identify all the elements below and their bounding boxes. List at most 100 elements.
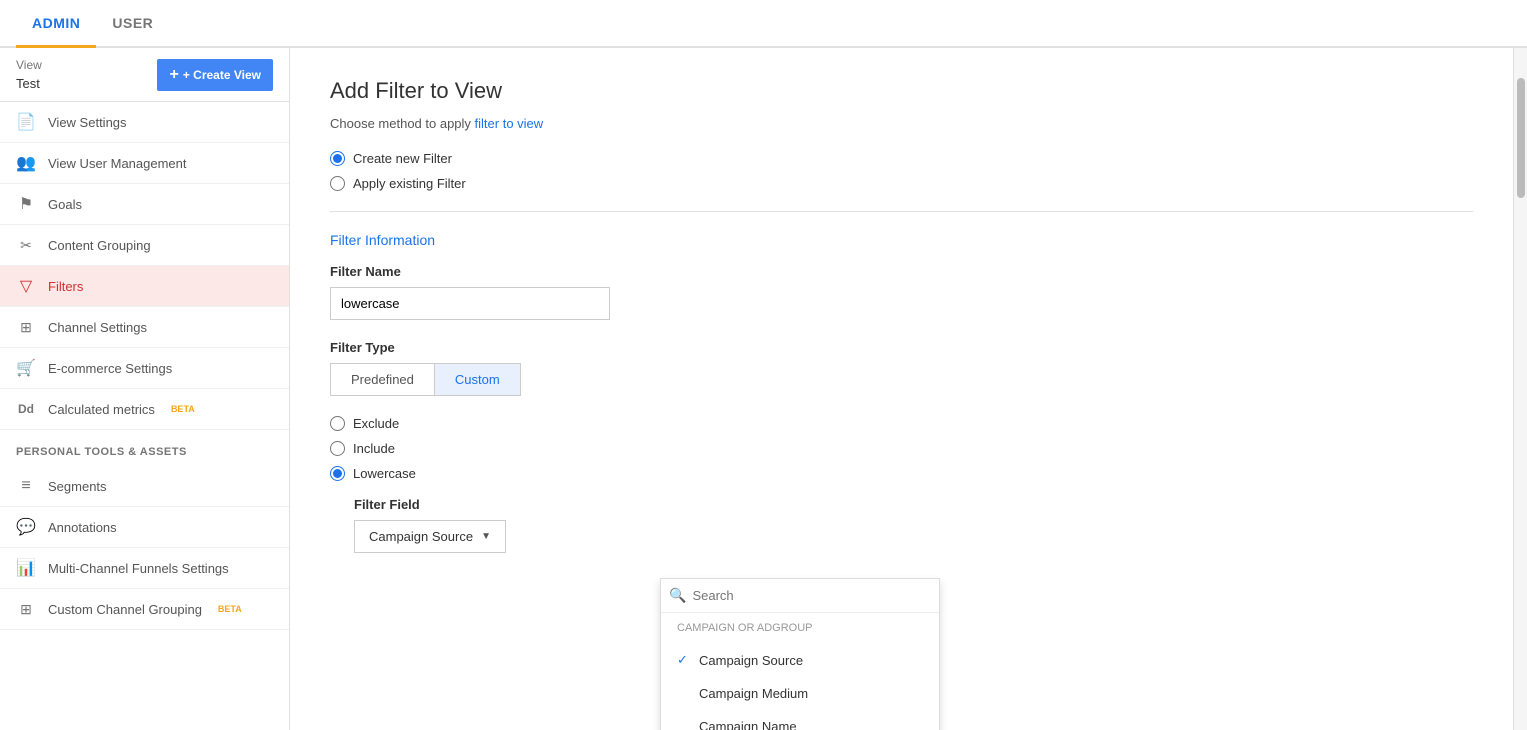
filter-name-label: Filter Name xyxy=(330,264,1473,279)
dropdown-item-label: Campaign Source xyxy=(699,653,803,668)
sidebar-item-channel-settings[interactable]: ⊞ Channel Settings xyxy=(0,307,289,348)
exclude-label: Exclude xyxy=(353,416,399,431)
top-navigation: ADMIN USER xyxy=(0,0,1527,48)
include-radio-input[interactable] xyxy=(330,441,345,456)
section-divider-1 xyxy=(330,211,1473,212)
filter-type-section: Filter Type Predefined Custom xyxy=(330,340,1473,396)
dropdown-item-label: Campaign Medium xyxy=(699,686,808,701)
cart-icon: 🛒 xyxy=(16,358,36,378)
channel-icon: ⊞ xyxy=(16,317,36,337)
campaign-source-dropdown[interactable]: Campaign Source ▼ xyxy=(354,520,506,553)
sidebar-view-header: View Test + + Create View xyxy=(0,48,289,102)
predefined-btn[interactable]: Predefined xyxy=(330,363,434,396)
sidebar-item-multi-channel[interactable]: 📊 Multi-Channel Funnels Settings xyxy=(0,548,289,589)
sidebar-item-label: Annotations xyxy=(48,520,117,535)
sidebar-item-label: Channel Settings xyxy=(48,320,147,335)
sidebar: View Test + + Create View 📄 View Setting… xyxy=(0,48,290,730)
annotations-icon: 💬 xyxy=(16,517,36,537)
exclude-radio[interactable]: Exclude xyxy=(330,416,1473,431)
filter-field-dropdown-panel: 🔍 CAMPAIGN OR ADGROUP ✓ Campaign Source … xyxy=(660,578,940,730)
include-label: Include xyxy=(353,441,395,456)
lowercase-radio[interactable]: Lowercase xyxy=(330,466,1473,481)
search-icon: 🔍 xyxy=(669,587,686,604)
create-view-button[interactable]: + + Create View xyxy=(157,59,273,91)
page-subtitle: Choose method to apply filter to view xyxy=(330,116,1473,131)
chevron-down-icon: ▼ xyxy=(481,531,491,542)
create-view-label: + Create View xyxy=(183,68,261,82)
filter-link[interactable]: filter to view xyxy=(475,116,544,131)
personal-section-header: PERSONAL TOOLS & ASSETS xyxy=(0,438,289,466)
page-title: Add Filter to View xyxy=(330,78,1473,104)
sidebar-item-label: Segments xyxy=(48,479,107,494)
sidebar-view-name: Test xyxy=(16,76,42,91)
method-radio-group: Create new Filter Apply existing Filter xyxy=(330,151,1473,191)
include-radio[interactable]: Include xyxy=(330,441,1473,456)
custom-options: Exclude Include Lowercase xyxy=(330,416,1473,481)
custom-btn[interactable]: Custom xyxy=(434,363,521,396)
sidebar-item-label: E-commerce Settings xyxy=(48,361,172,376)
lowercase-label: Lowercase xyxy=(353,466,416,481)
filter-type-label: Filter Type xyxy=(330,340,1473,355)
beta-badge: BETA xyxy=(218,604,242,614)
dropdown-list: CAMPAIGN OR ADGROUP ✓ Campaign Source Ca… xyxy=(661,613,939,730)
apply-existing-radio-label: Apply existing Filter xyxy=(353,176,466,191)
sidebar-item-label: Custom Channel Grouping xyxy=(48,602,202,617)
nav-admin[interactable]: ADMIN xyxy=(16,1,96,48)
sidebar-item-filters[interactable]: ▽ Filters xyxy=(0,266,289,307)
document-icon: 📄 xyxy=(16,112,36,132)
main-layout: View Test + + Create View 📄 View Setting… xyxy=(0,48,1527,730)
sidebar-item-goals[interactable]: ⚑ Goals xyxy=(0,184,289,225)
sidebar-item-calculated-metrics[interactable]: Dd Calculated metrics BETA xyxy=(0,389,289,430)
sidebar-view-label: View xyxy=(16,58,42,72)
filter-name-input[interactable] xyxy=(330,287,610,320)
users-icon: 👥 xyxy=(16,153,36,173)
custom-channel-icon: ⊞ xyxy=(16,599,36,619)
sidebar-item-view-settings[interactable]: 📄 View Settings xyxy=(0,102,289,143)
sidebar-item-label: Goals xyxy=(48,197,82,212)
sidebar-item-label: Calculated metrics xyxy=(48,402,155,417)
right-scrollbar[interactable] xyxy=(1513,48,1527,730)
sidebar-item-label: Multi-Channel Funnels Settings xyxy=(48,561,229,576)
lowercase-radio-input[interactable] xyxy=(330,466,345,481)
calc-icon: Dd xyxy=(16,399,36,419)
dropdown-item-campaign-medium[interactable]: Campaign Medium xyxy=(661,677,939,710)
scrollbar-thumb[interactable] xyxy=(1517,78,1525,198)
nav-user[interactable]: USER xyxy=(96,1,169,48)
sidebar-item-ecommerce-settings[interactable]: 🛒 E-commerce Settings xyxy=(0,348,289,389)
apply-existing-radio-input[interactable] xyxy=(330,176,345,191)
create-new-radio[interactable]: Create new Filter xyxy=(330,151,1473,166)
sidebar-item-label: Filters xyxy=(48,279,83,294)
filter-icon: ▽ xyxy=(16,276,36,296)
scissors-icon: ✂ xyxy=(16,235,36,255)
create-new-radio-label: Create new Filter xyxy=(353,151,452,166)
beta-badge: BETA xyxy=(171,404,195,414)
segments-icon: ≡ xyxy=(16,476,36,496)
sidebar-item-label: Content Grouping xyxy=(48,238,151,253)
dropdown-item-label: Campaign Name xyxy=(699,719,797,730)
filter-info-title: Filter Information xyxy=(330,232,1473,248)
sidebar-view-info: View Test xyxy=(16,58,42,91)
create-new-radio-input[interactable] xyxy=(330,151,345,166)
sidebar-item-segments[interactable]: ≡ Segments xyxy=(0,466,289,507)
dropdown-search-input[interactable] xyxy=(692,588,931,603)
sidebar-item-custom-channel[interactable]: ⊞ Custom Channel Grouping BETA xyxy=(0,589,289,630)
flag-icon: ⚑ xyxy=(16,194,36,214)
multi-channel-icon: 📊 xyxy=(16,558,36,578)
main-content: Add Filter to View Choose method to appl… xyxy=(290,48,1513,730)
dropdown-selected-value: Campaign Source xyxy=(369,529,473,544)
filter-field-label: Filter Field xyxy=(354,497,1473,512)
filter-field-section: Filter Field Campaign Source ▼ xyxy=(354,497,1473,553)
check-icon: ✓ xyxy=(677,652,691,668)
sidebar-item-annotations[interactable]: 💬 Annotations xyxy=(0,507,289,548)
dropdown-item-campaign-name[interactable]: Campaign Name xyxy=(661,710,939,730)
sidebar-item-label: View User Management xyxy=(48,156,187,171)
apply-existing-radio[interactable]: Apply existing Filter xyxy=(330,176,1473,191)
filter-type-buttons: Predefined Custom xyxy=(330,363,1473,396)
plus-icon: + xyxy=(169,66,178,84)
sidebar-item-view-user-management[interactable]: 👥 View User Management xyxy=(0,143,289,184)
exclude-radio-input[interactable] xyxy=(330,416,345,431)
sidebar-item-content-grouping[interactable]: ✂ Content Grouping xyxy=(0,225,289,266)
dropdown-group-header: CAMPAIGN OR ADGROUP xyxy=(661,613,939,643)
dropdown-item-campaign-source[interactable]: ✓ Campaign Source xyxy=(661,643,939,677)
sidebar-item-label: View Settings xyxy=(48,115,127,130)
